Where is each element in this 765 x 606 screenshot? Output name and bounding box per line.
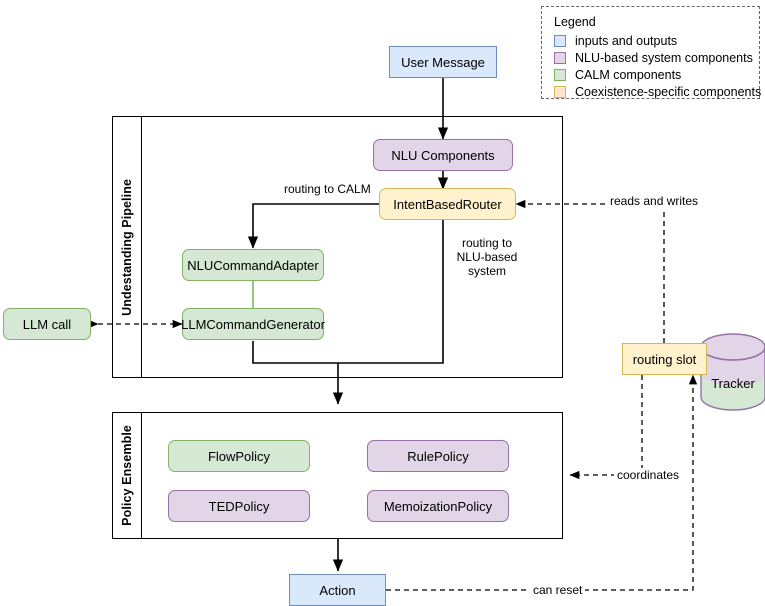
edge-label-coordinates: coordinates xyxy=(614,468,683,482)
group-understanding-pipeline-divider xyxy=(141,117,142,377)
edge-label-reads-and-writes: reads and writes xyxy=(607,194,702,208)
tracker-cylinder-icon xyxy=(700,333,765,411)
legend-title: Legend xyxy=(554,15,596,29)
node-intent-based-router[interactable]: IntentBasedRouter xyxy=(379,188,516,220)
group-understanding-pipeline-title: Undestanding Pipeline xyxy=(120,178,134,316)
edge-label-routing-to-calm: routing to CALM xyxy=(281,182,374,196)
node-tracker[interactable]: Tracker xyxy=(700,333,765,411)
edge-label-routing-to-nlu-system-line3: system xyxy=(467,264,506,278)
node-flow-policy[interactable]: FlowPolicy xyxy=(168,440,310,472)
edge-label-can-reset: can reset xyxy=(530,583,586,597)
legend: Legend inputs and outputs NLU-based syste… xyxy=(541,6,761,99)
node-user-message[interactable]: User Message xyxy=(389,46,497,78)
legend-rows: inputs and outputs NLU-based system compo… xyxy=(554,34,761,99)
tracker-label: Tracker xyxy=(711,376,755,391)
legend-label-0: inputs and outputs xyxy=(575,34,678,48)
edge-label-routing-to-nlu-system: routing to NLU-based system xyxy=(449,236,525,278)
legend-item-0: inputs and outputs xyxy=(554,34,749,48)
legend-item-3: Coexistence-specific components xyxy=(554,85,761,99)
group-policy-ensemble-title: Policy Ensemble xyxy=(120,425,134,526)
edge-label-routing-to-nlu-system-line1: routing to xyxy=(461,236,513,250)
node-llm-command-generator[interactable]: LLMCommandGenerator xyxy=(181,308,325,340)
node-llm-call[interactable]: LLM call xyxy=(3,308,91,340)
legend-item-2: CALM components xyxy=(554,68,749,82)
node-memoization-policy[interactable]: MemoizationPolicy xyxy=(367,490,509,522)
node-routing-slot[interactable]: routing slot xyxy=(622,343,707,375)
node-nlu-command-adapter[interactable]: NLUCommandAdapter xyxy=(182,249,324,281)
legend-swatch-3 xyxy=(554,86,566,98)
edge-label-routing-to-nlu-system-line2: NLU-based xyxy=(456,250,518,264)
node-rule-policy[interactable]: RulePolicy xyxy=(367,440,509,472)
legend-swatch-2 xyxy=(554,69,566,81)
legend-swatch-0 xyxy=(554,35,566,47)
group-policy-ensemble-divider xyxy=(141,413,142,538)
legend-item-1: NLU-based system components xyxy=(554,51,753,65)
node-action[interactable]: Action xyxy=(289,574,386,606)
edge-routing-slot-to-policy-ensemble xyxy=(569,375,643,480)
legend-label-1: NLU-based system components xyxy=(575,51,753,65)
legend-label-2: CALM components xyxy=(575,68,682,82)
node-ted-policy[interactable]: TEDPolicy xyxy=(168,490,310,522)
legend-label-3: Coexistence-specific components xyxy=(575,85,762,99)
legend-swatch-1 xyxy=(554,52,566,64)
node-nlu-components[interactable]: NLU Components xyxy=(373,139,513,171)
